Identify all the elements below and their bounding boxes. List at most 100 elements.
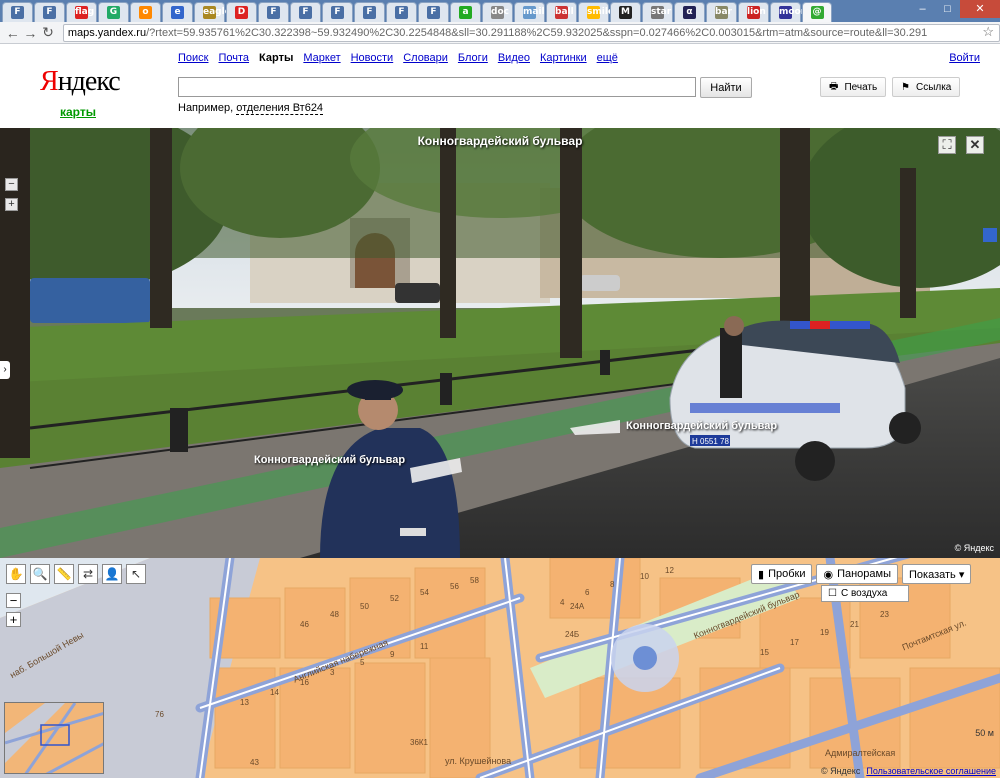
browser-tab[interactable]: D <box>226 2 257 22</box>
close-panorama-icon[interactable]: ✕ <box>966 136 984 154</box>
browser-tab[interactable]: M <box>610 2 641 22</box>
service-link[interactable]: Словари <box>403 52 448 64</box>
house-number: 23 <box>880 610 889 619</box>
flag-favicon-icon: flag <box>75 6 95 19</box>
browser-tab[interactable]: F <box>258 2 289 22</box>
browser-tab[interactable]: F <box>290 2 321 22</box>
map-zoom-out-icon[interactable]: − <box>6 593 21 608</box>
yandex-logo[interactable]: Яндекс <box>40 66 121 98</box>
star-favicon-icon: star <box>651 6 672 19</box>
forward-icon[interactable]: → <box>22 25 40 41</box>
map-zoom-in-icon[interactable]: + <box>6 612 21 627</box>
magnifier-icon[interactable]: 🔍 <box>30 564 50 584</box>
reload-icon[interactable]: ↻ <box>39 24 57 41</box>
map-scale: 50 м <box>975 728 994 738</box>
F-favicon-icon: F <box>363 6 376 19</box>
service-link[interactable]: Видео <box>498 52 530 64</box>
house-number: 9 <box>390 650 395 659</box>
house-number: 16 <box>300 678 309 687</box>
browser-tab[interactable]: flag <box>66 2 97 22</box>
find-button[interactable]: Найти <box>700 77 752 98</box>
street-map[interactable]: ✋ 🔍 📏 ⇄ 👤 ↖ − + ▮ Пробки ◉ Панорамы Показа… <box>0 558 1000 778</box>
service-link[interactable]: Почта <box>218 52 249 64</box>
hand-pan-icon[interactable]: ✋ <box>6 564 26 584</box>
aerial-label: С воздуха <box>840 588 888 599</box>
browser-tab[interactable]: doc <box>482 2 513 22</box>
browser-tab[interactable]: star <box>642 2 673 22</box>
eagle-favicon-icon: eagle <box>203 6 231 19</box>
close-window-icon[interactable]: ✕ <box>960 0 1000 18</box>
browser-tab[interactable]: eagle <box>194 2 231 22</box>
bookmark-star-icon[interactable]: ☆ <box>982 24 994 40</box>
service-link[interactable]: Картинки <box>540 52 587 64</box>
street-label-forward[interactable]: Конногвардейский бульвар <box>626 420 777 432</box>
browser-tab[interactable]: α <box>674 2 705 22</box>
pano-zoom-in-icon[interactable]: + <box>5 198 18 211</box>
login-link[interactable]: Войти <box>949 52 980 64</box>
browser-tab[interactable]: ball <box>546 2 577 22</box>
house-number: 21 <box>850 620 859 629</box>
service-link[interactable]: Маркет <box>303 52 340 64</box>
minimize-icon[interactable]: – <box>910 0 935 18</box>
show-dropdown[interactable]: Показать ▾ <box>902 564 972 584</box>
browser-tab[interactable]: a <box>450 2 481 22</box>
back-icon[interactable]: ← <box>4 25 22 41</box>
arrow-cursor-icon[interactable]: ↖ <box>126 564 146 584</box>
street-label-back[interactable]: Конногвардейский бульвар <box>254 454 405 466</box>
browser-tab[interactable]: F <box>386 2 417 22</box>
browser-tab[interactable]: F <box>418 2 449 22</box>
browser-tab[interactable]: @ <box>802 2 832 22</box>
maximize-icon[interactable]: □ <box>935 0 960 18</box>
fullscreen-icon[interactable]: ⛶ <box>938 136 956 154</box>
browser-tab[interactable]: F <box>322 2 353 22</box>
print-button[interactable]: 🖶 Печать <box>820 77 887 97</box>
browser-tab[interactable]: F <box>354 2 385 22</box>
link-button[interactable]: ⚑ Ссылка <box>892 77 961 97</box>
browser-tab[interactable]: smile <box>578 2 614 22</box>
overview-minimap[interactable] <box>4 702 104 774</box>
aerial-checkbox-icon[interactable]: ☐ <box>828 588 837 599</box>
browser-tab[interactable]: G <box>98 2 129 22</box>
service-link[interactable]: Новости <box>351 52 394 64</box>
browser-tab[interactable]: e <box>162 2 193 22</box>
moon-favicon-icon: moon <box>779 6 808 19</box>
house-number: 36К1 <box>410 738 429 747</box>
example-link[interactable]: отделения Вт624 <box>236 102 324 115</box>
browser-tab[interactable]: lion <box>738 2 769 22</box>
G-favicon-icon: G <box>107 6 120 19</box>
url-host: maps.yandex.ru <box>67 26 147 39</box>
house-number: 52 <box>390 594 399 603</box>
address-bar[interactable]: maps.yandex.ru/?rtext=59.935761%2C30.322… <box>62 23 1000 42</box>
house-number: 58 <box>470 576 479 585</box>
search-input[interactable] <box>178 77 696 97</box>
route-icon[interactable]: ⇄ <box>78 564 98 584</box>
lion-favicon-icon: lion <box>747 6 766 19</box>
service-link[interactable]: Карты <box>259 52 293 64</box>
ruler-icon[interactable]: 📏 <box>54 564 74 584</box>
browser-tab[interactable]: o <box>130 2 161 22</box>
house-number: 4 <box>560 598 565 607</box>
bar-favicon-icon: bar <box>715 6 732 19</box>
panorama-man-icon[interactable]: 👤 <box>102 564 122 584</box>
pano-zoom-out-icon[interactable]: − <box>5 178 18 191</box>
service-link[interactable]: Поиск <box>178 52 208 64</box>
map-copyright: © Яндекс <box>820 766 861 776</box>
user-agreement-link[interactable]: Пользовательское соглашение <box>866 766 996 776</box>
browser-tab[interactable]: F <box>2 2 33 22</box>
browser-tab[interactable]: moon <box>770 2 808 22</box>
F-favicon-icon: F <box>11 6 24 19</box>
service-link[interactable]: Блоги <box>458 52 488 64</box>
link-icon: ⚑ <box>901 81 910 93</box>
mail-favicon-icon: mail <box>523 6 545 19</box>
street-panorama[interactable]: Н 0551 78 Конногвардейский бульвар − + ⛶… <box>0 128 1000 558</box>
browser-tab[interactable]: mail <box>514 2 545 22</box>
collapse-panel-icon[interactable]: › <box>0 361 10 379</box>
browser-tab[interactable]: F <box>34 2 65 22</box>
browser-tab[interactable]: bar <box>706 2 737 22</box>
traffic-button[interactable]: ▮ Пробки <box>751 564 813 584</box>
aerial-option[interactable]: ☐ С воздуха <box>821 585 909 602</box>
house-number: 8 <box>610 580 615 589</box>
maps-sublogo[interactable]: карты <box>60 105 96 119</box>
panoramas-button[interactable]: ◉ Панорамы <box>816 564 898 584</box>
service-link[interactable]: ещё <box>597 52 618 64</box>
